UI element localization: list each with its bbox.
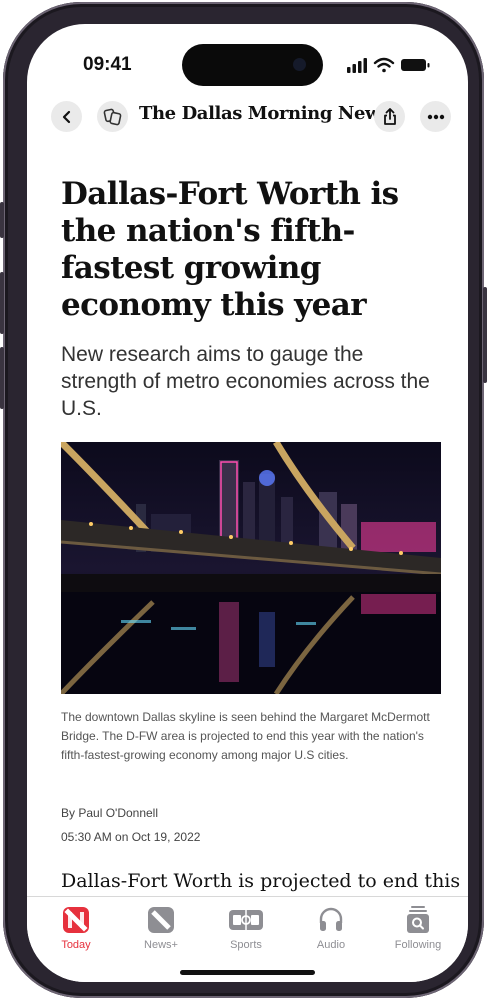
- system-icons: [347, 55, 437, 75]
- back-button[interactable]: [51, 101, 82, 132]
- home-indicator[interactable]: [180, 970, 315, 975]
- news-icon: [63, 907, 89, 933]
- phone-frame: 09:41 The Dallas Morning News Dallas-For…: [0, 2, 487, 998]
- tab-label: News+: [144, 939, 178, 951]
- ellipsis-icon: [427, 114, 444, 119]
- share-icon: [383, 107, 396, 125]
- side-button-volume-down: [0, 347, 4, 409]
- tab-label: Sports: [230, 939, 262, 951]
- photo-caption: The downtown Dallas skyline is seen behi…: [61, 710, 430, 762]
- article-byline[interactable]: By Paul O'Donnell: [61, 806, 158, 820]
- tab-audio[interactable]: Audio: [296, 905, 366, 951]
- headphones-icon: [319, 907, 343, 931]
- tab-label: Following: [394, 939, 442, 951]
- publisher-logo[interactable]: The Dallas Morning News: [139, 103, 390, 124]
- chevron-left-icon: [62, 110, 70, 123]
- article-photo[interactable]: [61, 442, 441, 694]
- status-bar: 09:41: [27, 24, 468, 104]
- status-time: 09:41: [83, 54, 132, 75]
- tab-today[interactable]: Today: [41, 905, 111, 951]
- article-body-preview: Dallas-Fort Worth is projected to end th…: [61, 870, 461, 892]
- side-button-volume-up: [0, 272, 4, 334]
- article-headline: Dallas-Fort Worth is the nation's fifth-…: [61, 176, 399, 323]
- following-icon: [407, 906, 429, 933]
- article-date: 05:30 AM on Oct 19, 2022: [61, 830, 201, 844]
- tab-label: Today: [61, 939, 91, 951]
- news-plus-icon: [148, 907, 174, 933]
- follow-publisher-button[interactable]: [97, 101, 128, 132]
- share-button[interactable]: [374, 101, 405, 132]
- sports-icon: [229, 910, 263, 930]
- tab-news-plus[interactable]: News+: [126, 905, 196, 951]
- dynamic-island: [182, 44, 323, 86]
- follow-icon: [103, 108, 121, 125]
- article-nav-bar: The Dallas Morning News: [27, 96, 468, 140]
- wifi-icon: [373, 57, 395, 73]
- tab-label: Audio: [316, 939, 346, 951]
- battery-icon: [401, 59, 430, 71]
- tab-following[interactable]: Following: [383, 905, 453, 951]
- more-button[interactable]: [420, 101, 451, 132]
- screen: 09:41 The Dallas Morning News Dallas-For…: [27, 24, 468, 982]
- side-button-mute: [0, 202, 4, 238]
- signal-icon: [347, 58, 367, 73]
- tab-sports[interactable]: Sports: [211, 905, 281, 951]
- article-subhead: New research aims to gauge the strength …: [61, 343, 430, 420]
- side-button-power: [483, 287, 487, 383]
